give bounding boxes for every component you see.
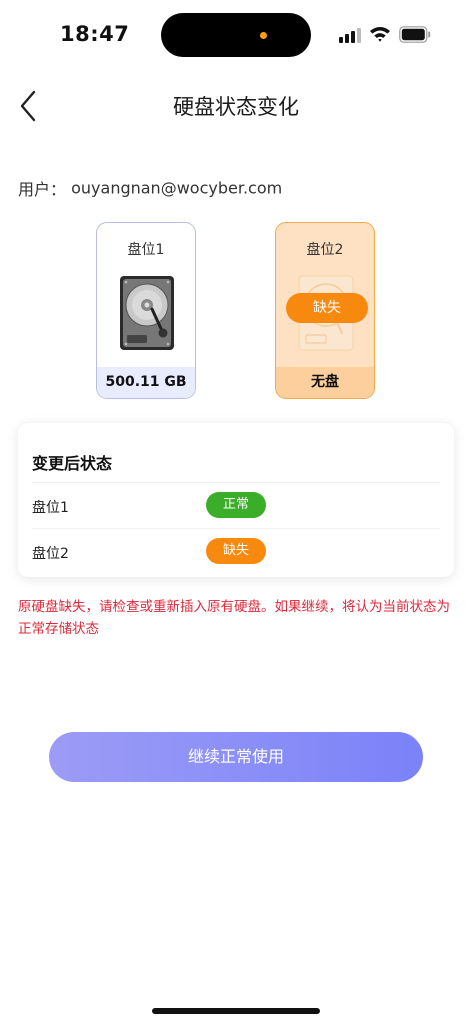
status-badge-normal: 正常 [206, 492, 266, 518]
privacy-indicator-dot [260, 32, 267, 39]
user-label: 用户： [18, 180, 67, 199]
signal-icon [339, 27, 361, 43]
battery-icon [399, 26, 431, 43]
hard-disk-icon [120, 276, 174, 350]
status-time: 18:47 [60, 22, 130, 46]
warning-message: 原硬盘缺失，请检查或重新插入原有硬盘。如果继续，将认为当前状态为正常存储状态 [18, 599, 450, 637]
bay-label: 盘位1 [127, 242, 165, 258]
status-card-title: 变更后状态 [32, 454, 113, 473]
bay-label: 盘位2 [306, 242, 344, 258]
bay-card-1[interactable]: 盘位1 500.11 GB [96, 222, 196, 399]
dynamic-island [161, 13, 311, 57]
missing-badge: 缺失 [286, 293, 368, 323]
status-row-bay-1: 盘位1 正常 [32, 482, 440, 528]
user-email: ouyangnan@wocyber.com [71, 178, 283, 198]
status-badge-missing: 缺失 [206, 538, 266, 564]
status-row-bay-2: 盘位2 缺失 [32, 528, 440, 574]
status-row-label: 盘位1 [32, 500, 69, 516]
continue-normal-use-button[interactable]: 继续正常使用 [49, 732, 423, 782]
changed-status-card: 变更后状态 盘位1 正常 盘位2 缺失 [18, 423, 454, 577]
home-indicator [152, 1008, 320, 1014]
page-title: 硬盘状态变化 [173, 95, 299, 119]
status-row-label: 盘位2 [32, 546, 69, 562]
bay-empty-label: 无盘 [276, 367, 374, 398]
wifi-icon [370, 27, 390, 42]
status-bar: 18:47 [0, 0, 472, 70]
bay-capacity: 500.11 GB [97, 367, 195, 398]
bay-card-2[interactable]: 盘位2 缺失 无盘 [275, 222, 375, 399]
user-info: 用户： ouyangnan@wocyber.com [18, 176, 282, 200]
